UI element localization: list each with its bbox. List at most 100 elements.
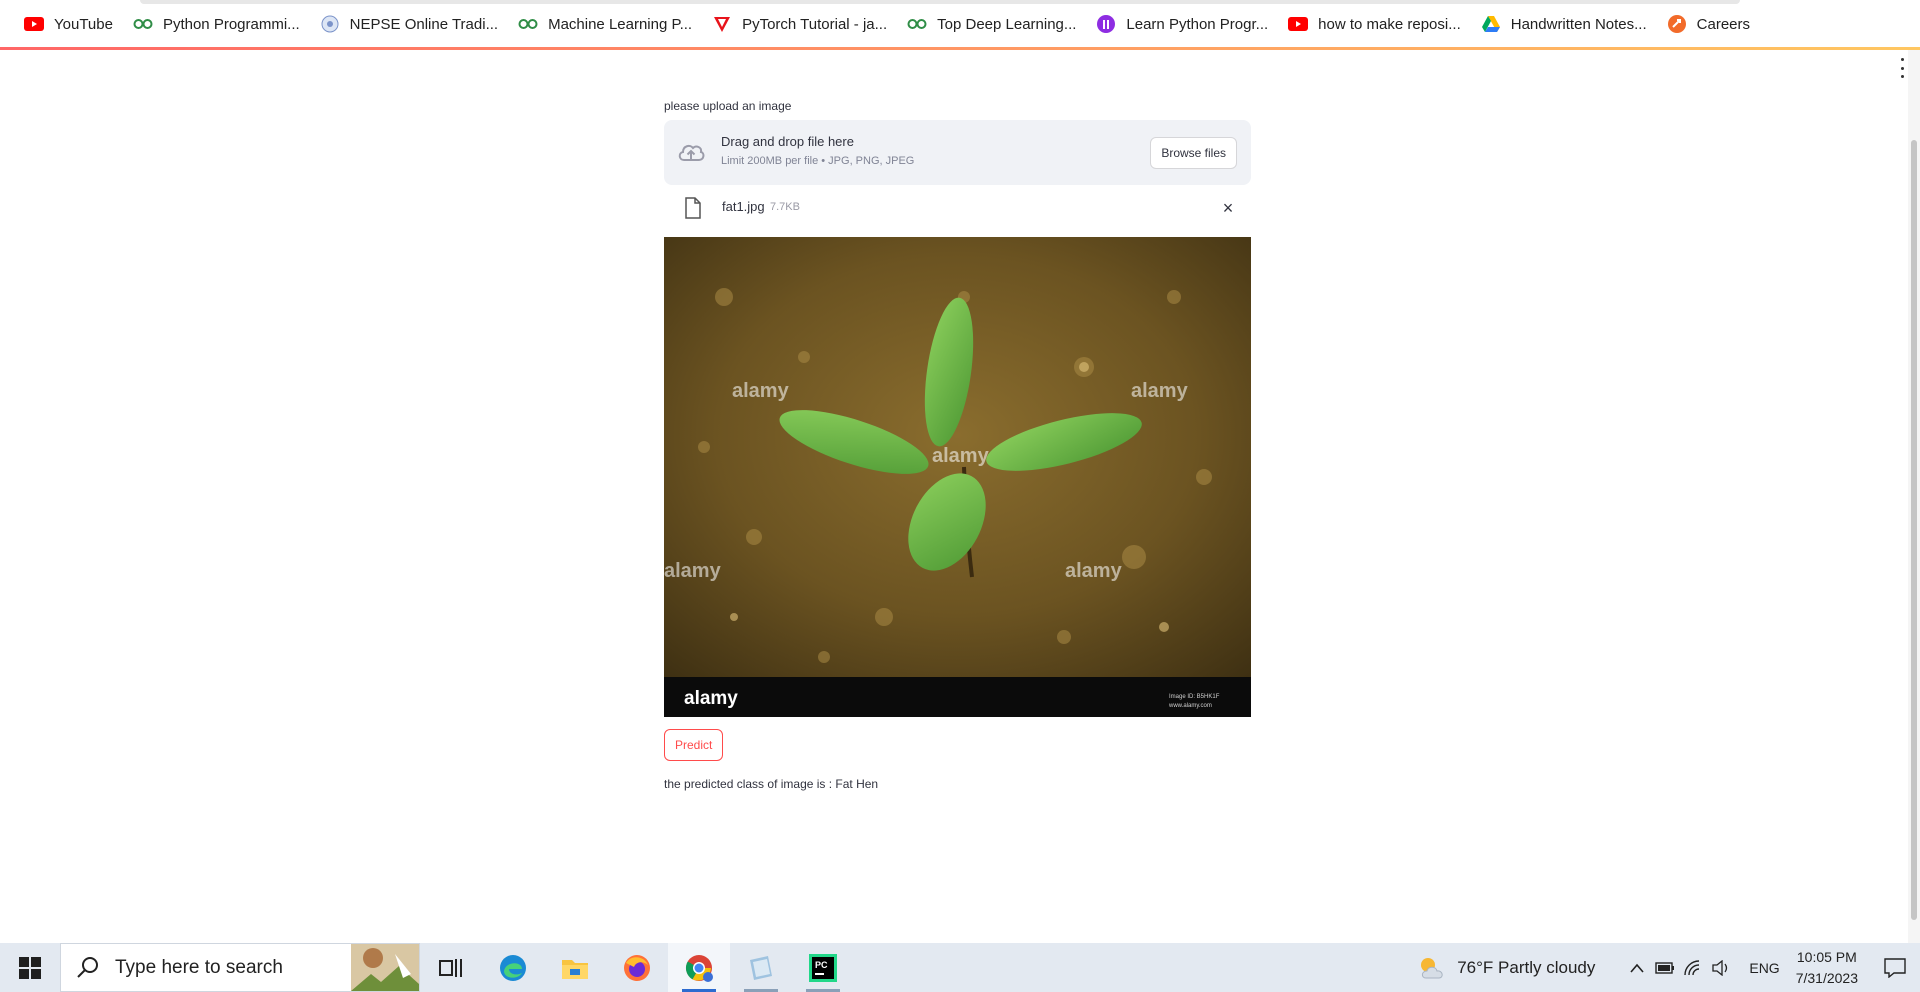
taskbar-chrome[interactable]	[668, 943, 730, 992]
main-menu-icon[interactable]	[1898, 58, 1906, 78]
taskbar-edge[interactable]	[482, 943, 544, 992]
windows-taskbar: Type here to search PC 76°F Partly cloud…	[0, 943, 1920, 992]
pycharm-icon: PC	[809, 953, 837, 982]
bookmark-careers[interactable]: Careers	[1657, 8, 1760, 40]
bookmarks-bar: YouTube Python Programmi... NEPSE Online…	[0, 0, 1920, 48]
file-name: fat1.jpg	[722, 199, 765, 214]
bookmark-label: NEPSE Online Tradi...	[349, 15, 499, 33]
partly-cloudy-icon	[1421, 957, 1443, 978]
network-button[interactable]	[1679, 943, 1707, 992]
search-placeholder: Type here to search	[115, 956, 283, 978]
system-tray: 76°F Partly cloudy ENG 10:05 PM 7/31/202…	[1417, 943, 1920, 992]
battery-icon	[1655, 961, 1675, 974]
bookmark-label: YouTube	[54, 15, 113, 33]
dropzone-title: Drag and drop file here	[721, 134, 854, 149]
notes-app-icon	[750, 955, 772, 980]
bookmark-python-programming[interactable]: Python Programmi...	[123, 8, 310, 40]
youtube-icon	[1288, 14, 1309, 34]
bookmark-youtube[interactable]: YouTube	[14, 8, 123, 40]
task-view-button[interactable]	[420, 943, 482, 992]
taskbar-firefox[interactable]	[606, 943, 668, 992]
scrollbar-thumb[interactable]	[1911, 140, 1917, 920]
weather-text: 76°F Partly cloudy	[1457, 957, 1596, 977]
file-dropzone[interactable]: Drag and drop file here Limit 200MB per …	[664, 120, 1251, 185]
nepse-icon	[320, 14, 340, 34]
windows-logo-icon	[19, 956, 41, 979]
edge-icon	[500, 954, 526, 981]
browse-files-button[interactable]: Browse files	[1150, 137, 1237, 169]
bookmark-label: Machine Learning P...	[548, 15, 693, 33]
watermark: alamy	[1065, 560, 1123, 582]
task-view-icon	[439, 958, 462, 977]
file-icon	[685, 197, 701, 219]
start-button[interactable]	[0, 943, 60, 992]
input-language[interactable]: ENG	[1749, 960, 1779, 976]
dropzone-subtitle: Limit 200MB per file • JPG, PNG, JPEG	[721, 155, 915, 167]
taskbar-notes-app[interactable]	[730, 943, 792, 992]
taskbar-search-box[interactable]: Type here to search	[60, 943, 420, 992]
taskbar-pycharm[interactable]: PC	[792, 943, 854, 992]
alamy-url-text: www.alamy.com	[1168, 703, 1212, 709]
tab-strip-edge	[140, 0, 1740, 4]
seedling-photo: alamy alamy alamy alamy alamy alamy Imag…	[664, 237, 1251, 717]
notification-center-button[interactable]	[1880, 943, 1910, 992]
predict-button[interactable]: Predict	[664, 729, 724, 761]
chevron-up-icon	[1630, 963, 1644, 973]
battery-button[interactable]	[1651, 943, 1679, 992]
file-size: 7.7KB	[770, 201, 800, 213]
google-drive-icon	[1481, 14, 1501, 34]
wifi-icon	[1684, 959, 1700, 975]
geeksforgeeks-icon	[907, 14, 927, 34]
taskbar-file-explorer[interactable]	[544, 943, 606, 992]
bookmark-label: Top Deep Learning...	[937, 15, 1077, 33]
bookmark-how-to-make-repository[interactable]: how to make reposi...	[1278, 8, 1471, 40]
main-content: please upload an image Drag and drop fil…	[664, 96, 1251, 791]
uploader-label: please upload an image	[664, 99, 792, 113]
bookmark-handwritten-notes[interactable]: Handwritten Notes...	[1471, 8, 1657, 40]
weather-widget[interactable]: 76°F Partly cloudy	[1417, 953, 1595, 983]
bookmark-machine-learning[interactable]: Machine Learning P...	[508, 8, 702, 40]
firefox-icon	[624, 954, 650, 981]
bookmark-label: Handwritten Notes...	[1510, 15, 1647, 33]
bookmark-pytorch-tutorial[interactable]: PyTorch Tutorial - ja...	[702, 8, 897, 40]
clock-date: 7/31/2023	[1795, 969, 1858, 986]
taskbar-clock[interactable]: 10:05 PM 7/31/2023	[1796, 947, 1858, 989]
notification-icon	[1884, 957, 1906, 978]
search-icon	[77, 956, 98, 978]
watermark: alamy	[664, 560, 722, 582]
uploaded-image: alamy alamy alamy alamy alamy alamy Imag…	[664, 237, 1251, 717]
uploaded-file-row: fat1.jpg 7.7KB ×	[664, 185, 1251, 237]
geeksforgeeks-icon	[518, 14, 538, 34]
javatpoint-icon	[712, 14, 732, 34]
chrome-icon	[685, 954, 713, 982]
cloud-upload-icon	[678, 144, 705, 161]
bookmark-learn-python[interactable]: Learn Python Progr...	[1086, 8, 1278, 40]
alamy-logo: alamy	[684, 688, 738, 709]
watermark: alamy	[932, 445, 990, 467]
programiz-icon	[1096, 14, 1116, 34]
speaker-icon	[1712, 959, 1728, 976]
clock-time: 10:05 PM	[1796, 948, 1857, 965]
show-hidden-icons-button[interactable]	[1623, 943, 1651, 992]
watermark: alamy	[1131, 380, 1189, 402]
bookmark-label: Learn Python Progr...	[1126, 15, 1269, 33]
page-top-accent-line	[0, 47, 1920, 50]
youtube-icon	[24, 14, 44, 34]
prediction-result: the predicted class of image is : Fat He…	[664, 777, 879, 791]
folder-icon	[562, 959, 588, 979]
page-scrollbar[interactable]	[1908, 50, 1920, 943]
geeksforgeeks-icon	[133, 14, 153, 34]
volume-button[interactable]	[1707, 943, 1735, 992]
remove-file-icon[interactable]: ×	[1219, 199, 1237, 217]
svg-text:PC: PC	[815, 960, 828, 970]
bookmark-label: Python Programmi...	[162, 15, 300, 33]
bookmark-top-deep-learning[interactable]: Top Deep Learning...	[897, 8, 1086, 40]
image-id-text: Image ID: B5HK1F	[1169, 694, 1220, 700]
bookmark-label: how to make reposi...	[1318, 15, 1461, 33]
search-highlight-image	[351, 944, 419, 991]
watermark: alamy	[732, 380, 790, 402]
bookmark-label: Careers	[1696, 15, 1751, 33]
careers-icon	[1667, 14, 1687, 34]
bookmark-nepse[interactable]: NEPSE Online Tradi...	[310, 8, 508, 40]
bookmark-label: PyTorch Tutorial - ja...	[742, 15, 888, 33]
